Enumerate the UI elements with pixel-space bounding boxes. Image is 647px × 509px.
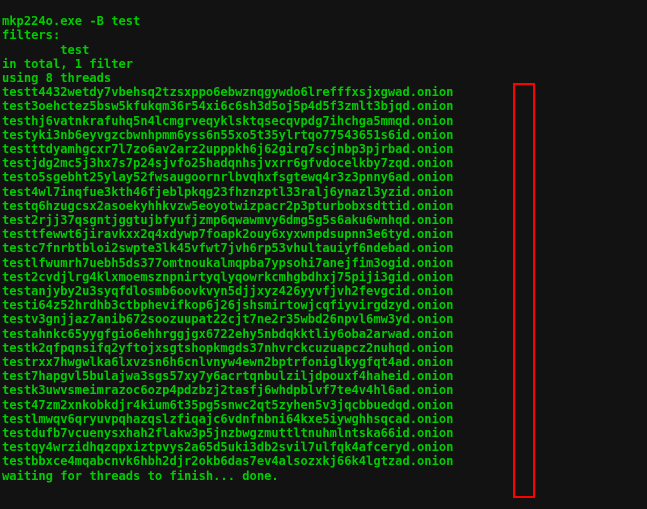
terminal-output: mkp224o.exe -B test filters: test in tot… — [0, 12, 647, 497]
